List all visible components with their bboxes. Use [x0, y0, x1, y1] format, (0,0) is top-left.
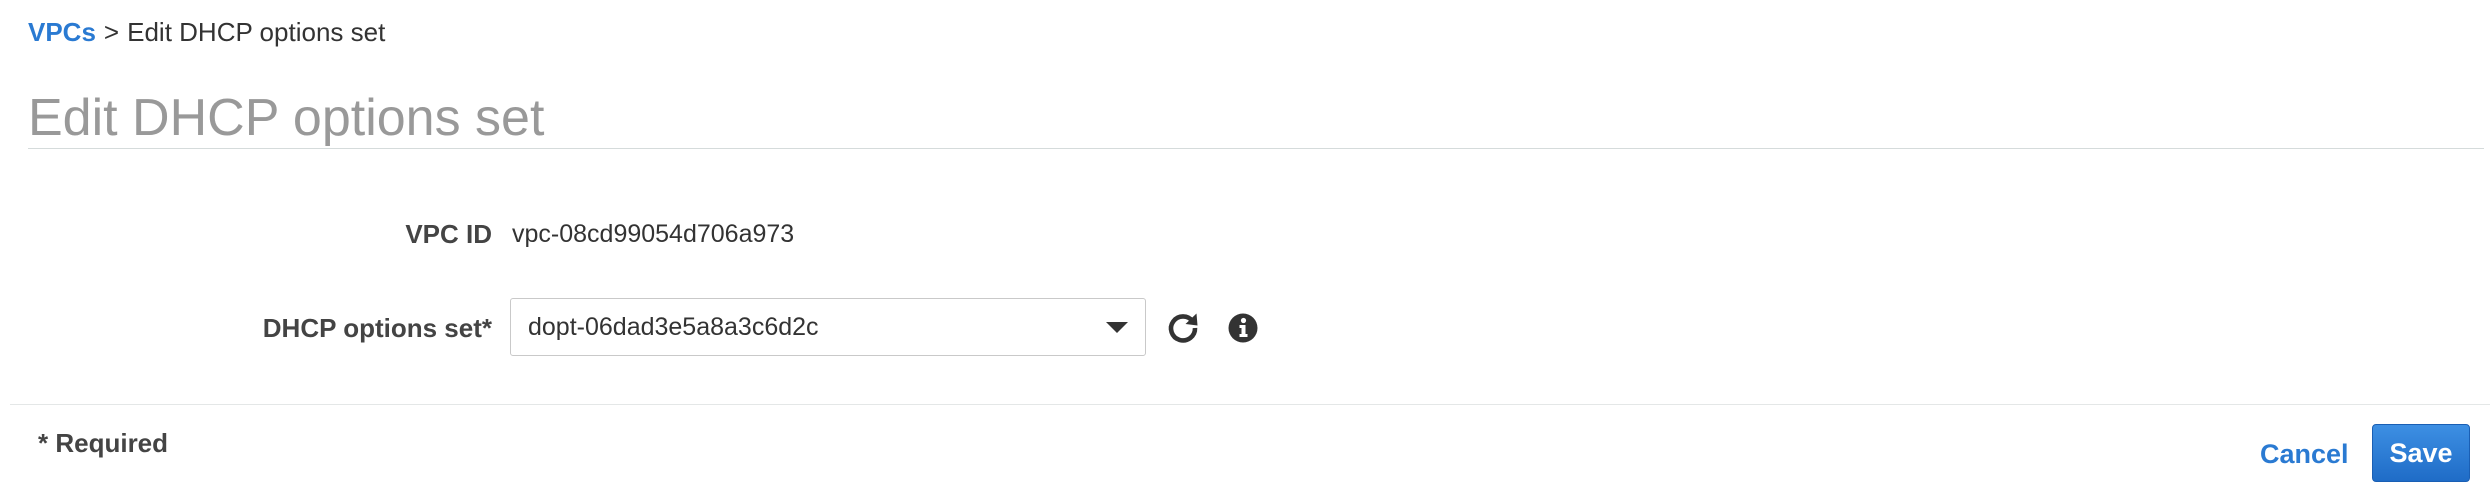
vpc-id-value: vpc-08cd99054d706a973	[512, 220, 795, 248]
dhcp-options-row: DHCP options set* dopt-06dad3e5a8a3c6d2c	[0, 298, 1400, 358]
chevron-down-icon	[1106, 322, 1128, 333]
breadcrumb-vpcs-link[interactable]: VPCs	[28, 17, 96, 47]
footer-divider	[10, 404, 2490, 405]
vpc-id-label: VPC ID	[405, 219, 492, 249]
dhcp-options-selected-value: dopt-06dad3e5a8a3c6d2c	[528, 313, 819, 341]
title-divider	[28, 148, 2484, 149]
vpc-id-row: VPC ID vpc-08cd99054d706a973	[0, 204, 1400, 264]
save-button[interactable]: Save	[2372, 424, 2470, 482]
breadcrumb-current: Edit DHCP options set	[127, 17, 386, 47]
dhcp-options-select[interactable]: dopt-06dad3e5a8a3c6d2c	[510, 298, 1146, 356]
breadcrumb-separator: >	[103, 17, 120, 47]
required-note: * Required	[38, 428, 169, 458]
dhcp-options-label: DHCP options set*	[262, 313, 492, 343]
info-icon[interactable]	[1224, 309, 1262, 347]
page-title: Edit DHCP options set	[28, 89, 545, 147]
cancel-button[interactable]: Cancel	[2260, 436, 2349, 472]
breadcrumb: VPCs > Edit DHCP options set	[28, 14, 385, 50]
refresh-icon[interactable]	[1164, 309, 1202, 347]
